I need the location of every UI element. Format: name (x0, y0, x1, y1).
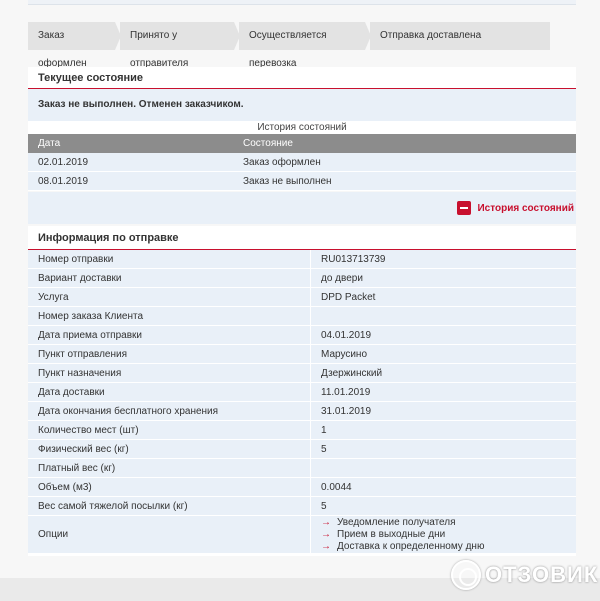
history-caption: История состояний (257, 122, 347, 133)
row-label: Дата приема отправки (28, 326, 311, 344)
option-text: Доставка к определенному дню (337, 541, 485, 552)
table-row: 02.01.2019 Заказ оформлен (28, 153, 576, 172)
arrow-right-icon: → (321, 517, 331, 528)
option-text: Прием в выходные дни (337, 529, 446, 540)
options-label: Опции (28, 516, 311, 553)
step-accepted-from-sender: Принято у отправителя (120, 22, 240, 69)
history-toggle-link[interactable]: История состояний (457, 201, 574, 215)
row-label: Вес самой тяжелой посылки (кг) (28, 497, 311, 515)
table-row: Платный вес (кг) (28, 459, 576, 478)
table-row: Номер отправки RU013713739 (28, 250, 576, 269)
row-value (311, 307, 576, 325)
table-row: Номер заказа Клиента (28, 307, 576, 326)
table-row: Физический вес (кг) 5 (28, 440, 576, 459)
table-row: Объем (м3) 0.0044 (28, 478, 576, 497)
current-state-title: Текущее состояние (28, 67, 576, 89)
history-date: 02.01.2019 (38, 157, 89, 168)
row-label: Услуга (28, 288, 311, 306)
history-toggle-row: История состояний (28, 192, 576, 224)
row-label: Пункт назначения (28, 364, 311, 382)
row-label: Дата окончания бесплатного хранения (28, 402, 311, 420)
row-value: до двери (321, 273, 363, 284)
table-row: Пункт отправления Марусино (28, 345, 576, 364)
table-row: Вариант доставки до двери (28, 269, 576, 288)
table-row: Вес самой тяжелой посылки (кг) 5 (28, 497, 576, 516)
row-label: Количество мест (шт) (28, 421, 311, 439)
row-value: 5 (321, 444, 327, 455)
step-in-transit: Осуществляется перевозка (239, 22, 371, 69)
shipment-info-panel: Информация по отправке Номер отправки RU0… (28, 226, 576, 556)
row-label: Вариант доставки (28, 269, 311, 287)
table-row: Дата доставки 11.01.2019 (28, 383, 576, 402)
table-row: Услуга DPD Packet (28, 288, 576, 307)
row-value: 0.0044 (321, 482, 352, 493)
shipment-info-title: Информация по отправке (28, 226, 576, 250)
table-row: Пункт назначения Дзержинский (28, 364, 576, 383)
row-value: RU013713739 (321, 254, 386, 265)
history-header-row: Дата Состояние (28, 134, 576, 153)
history-header-date: Дата (38, 138, 61, 149)
history-state: Заказ оформлен (243, 157, 321, 168)
history-header-state: Состояние (243, 138, 293, 149)
option-text: Уведомление получателя (337, 517, 456, 528)
otzovik-watermark: ОТЗОВИК (451, 560, 598, 590)
row-label: Дата доставки (28, 383, 311, 401)
table-row: 08.01.2019 Заказ не выполнен (28, 172, 576, 191)
current-status-text: Заказ не выполнен. Отменен заказчиком. (28, 89, 576, 121)
row-label: Номер отправки (28, 250, 311, 268)
step-order-placed: Заказ оформлен (28, 22, 121, 69)
row-label: Платный вес (кг) (28, 459, 311, 477)
otzovik-logo-icon (451, 560, 481, 590)
options-row: Опции → Уведомление получателя → Прием в в… (28, 516, 576, 554)
progress-steps: Заказ оформлен Принято у отправителя Осу… (28, 22, 582, 69)
history-table: Дата Состояние 02.01.2019 Заказ оформлен… (28, 134, 576, 191)
table-row: Дата приема отправки 04.01.2019 (28, 326, 576, 345)
watermark-text: ОТЗОВИК (485, 562, 599, 587)
history-date: 08.01.2019 (38, 176, 89, 187)
top-strip (28, 0, 576, 5)
table-row: Дата окончания бесплатного хранения 31.01… (28, 402, 576, 421)
row-value: Марусино (321, 349, 368, 360)
step-delivered: Отправка доставлена (370, 22, 550, 50)
options-list: → Уведомление получателя → Прием в выходны… (311, 516, 576, 553)
row-label: Объем (м3) (28, 478, 311, 496)
arrow-right-icon: → (321, 529, 331, 540)
row-label: Пункт отправления (28, 345, 311, 363)
row-value: Дзержинский (321, 368, 383, 379)
row-value: 04.01.2019 (321, 330, 372, 341)
row-value: 5 (321, 501, 327, 512)
option-item: → Прием в выходные дни (321, 529, 576, 541)
option-item: → Доставка к определенному дню (321, 541, 576, 553)
row-value: 11.01.2019 (321, 387, 371, 398)
row-value: 31.01.2019 (321, 406, 372, 417)
row-value: 1 (321, 425, 327, 436)
minus-icon[interactable] (457, 201, 472, 215)
row-label: Физический вес (кг) (28, 440, 311, 458)
option-item: → Уведомление получателя (321, 517, 576, 529)
arrow-right-icon: → (321, 541, 331, 552)
history-toggle-label: История состояний (477, 202, 574, 214)
history-state: Заказ не выполнен (243, 176, 332, 187)
row-label: Номер заказа Клиента (28, 307, 311, 325)
table-row: Количество мест (шт) 1 (28, 421, 576, 440)
row-value: DPD Packet (321, 292, 376, 303)
row-value (311, 459, 576, 477)
